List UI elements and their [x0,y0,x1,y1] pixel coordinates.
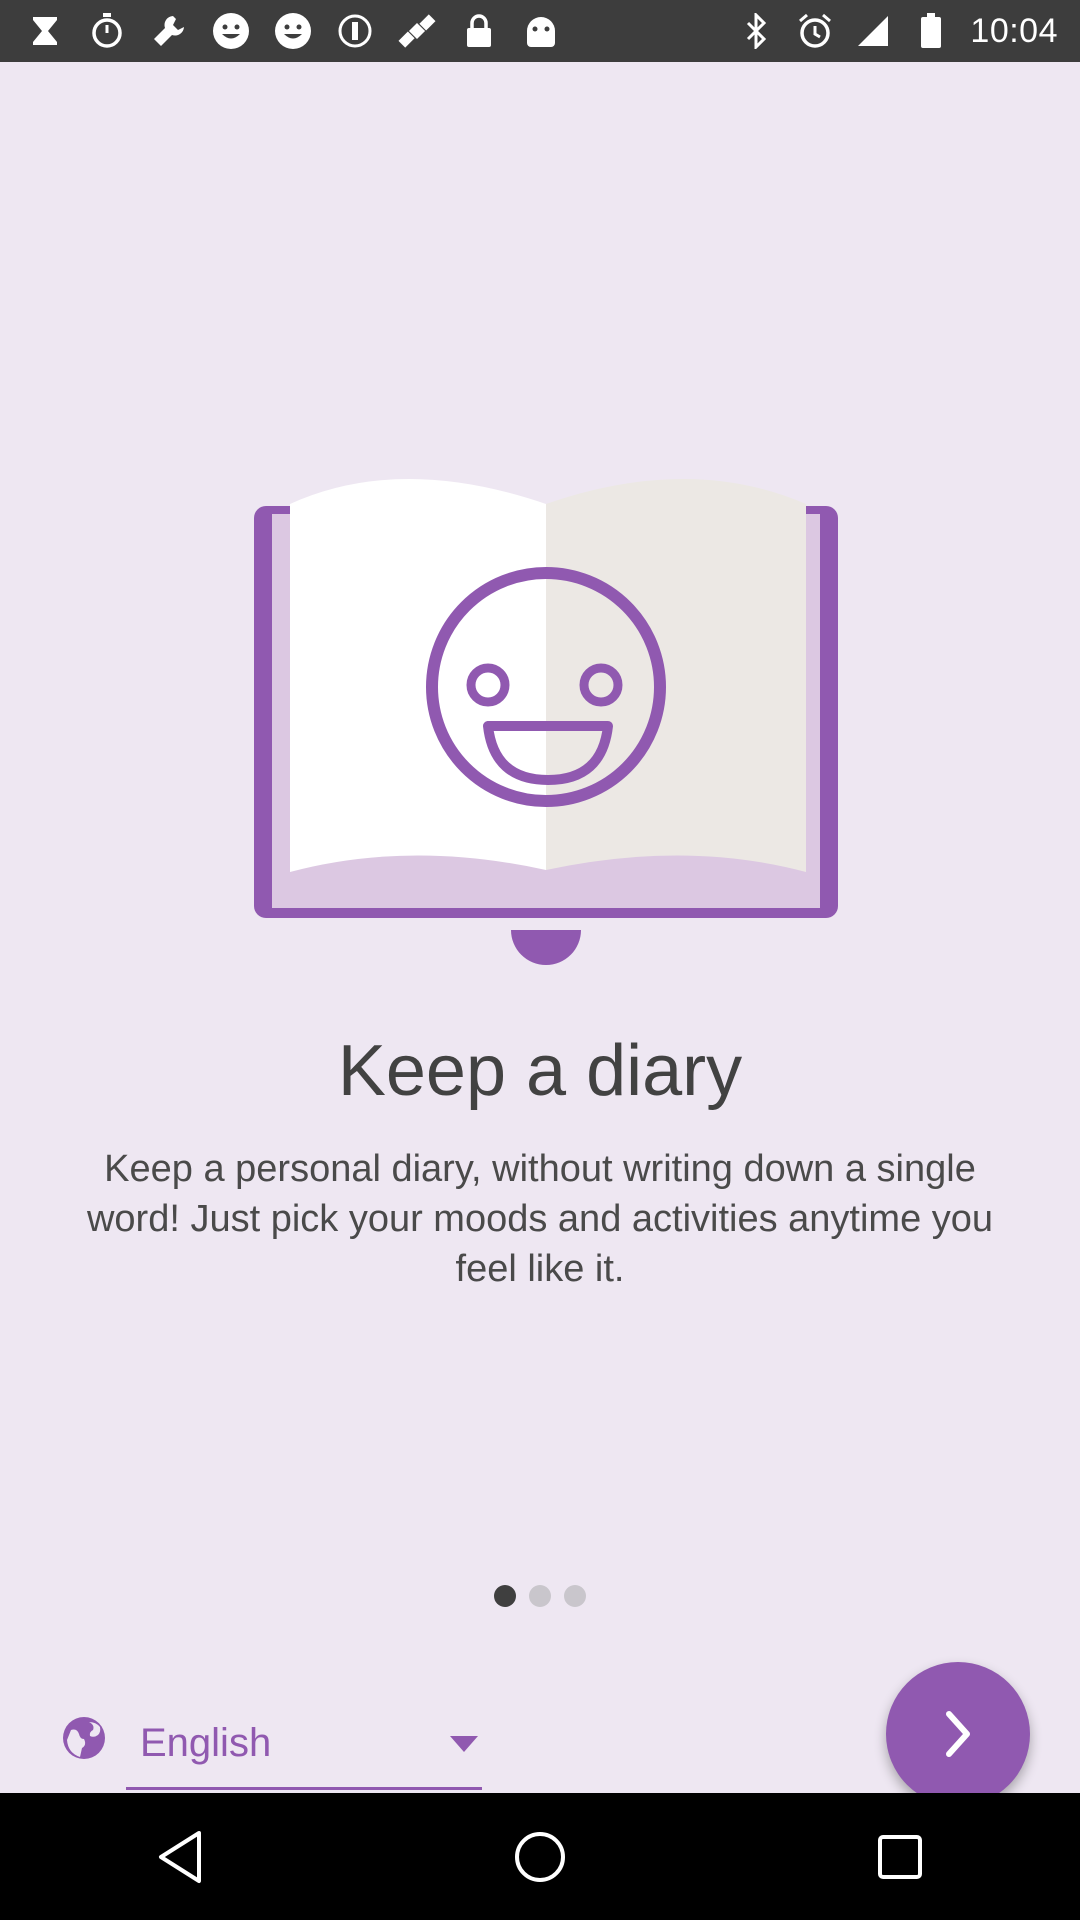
signal-icon [854,12,892,50]
status-bar: 10:04 [0,0,1080,62]
language-dropdown[interactable]: English [126,1700,482,1790]
wrench-icon [150,12,188,50]
next-button[interactable] [886,1662,1030,1806]
info-icon [336,12,374,50]
smiley-icon [212,12,250,50]
globe-icon [62,1716,106,1760]
onboarding-title: Keep a diary [337,1031,743,1111]
page-dot [529,1585,551,1607]
satellite-fake-gps-icon [398,12,436,50]
back-icon[interactable] [140,1817,220,1897]
diary-book-illustration [250,422,842,982]
chevron-right-icon [946,1711,970,1757]
battery-icon [912,12,950,50]
smiley-icon [274,12,312,50]
bluetooth-icon [738,12,776,50]
dropdown-caret-icon [450,1736,478,1752]
recents-icon[interactable] [860,1817,940,1897]
onboarding-description: Keep a personal diary, without writing d… [86,1148,994,1290]
page-indicator [0,1585,1080,1607]
lock-icon [460,12,498,50]
android-icon [522,12,560,50]
language-selected: English [140,1721,272,1765]
onboarding-screen: Keep a diary Keep a personal diary, with… [0,62,1080,1806]
alarm-icon [796,12,834,50]
stopwatch-icon [88,12,126,50]
page-dot [564,1585,586,1607]
status-time: 10:04 [970,11,1058,50]
system-nav-bar [0,1793,1080,1920]
home-icon[interactable] [500,1817,580,1897]
hourglass-icon [26,12,64,50]
page-dot-active [494,1585,516,1607]
